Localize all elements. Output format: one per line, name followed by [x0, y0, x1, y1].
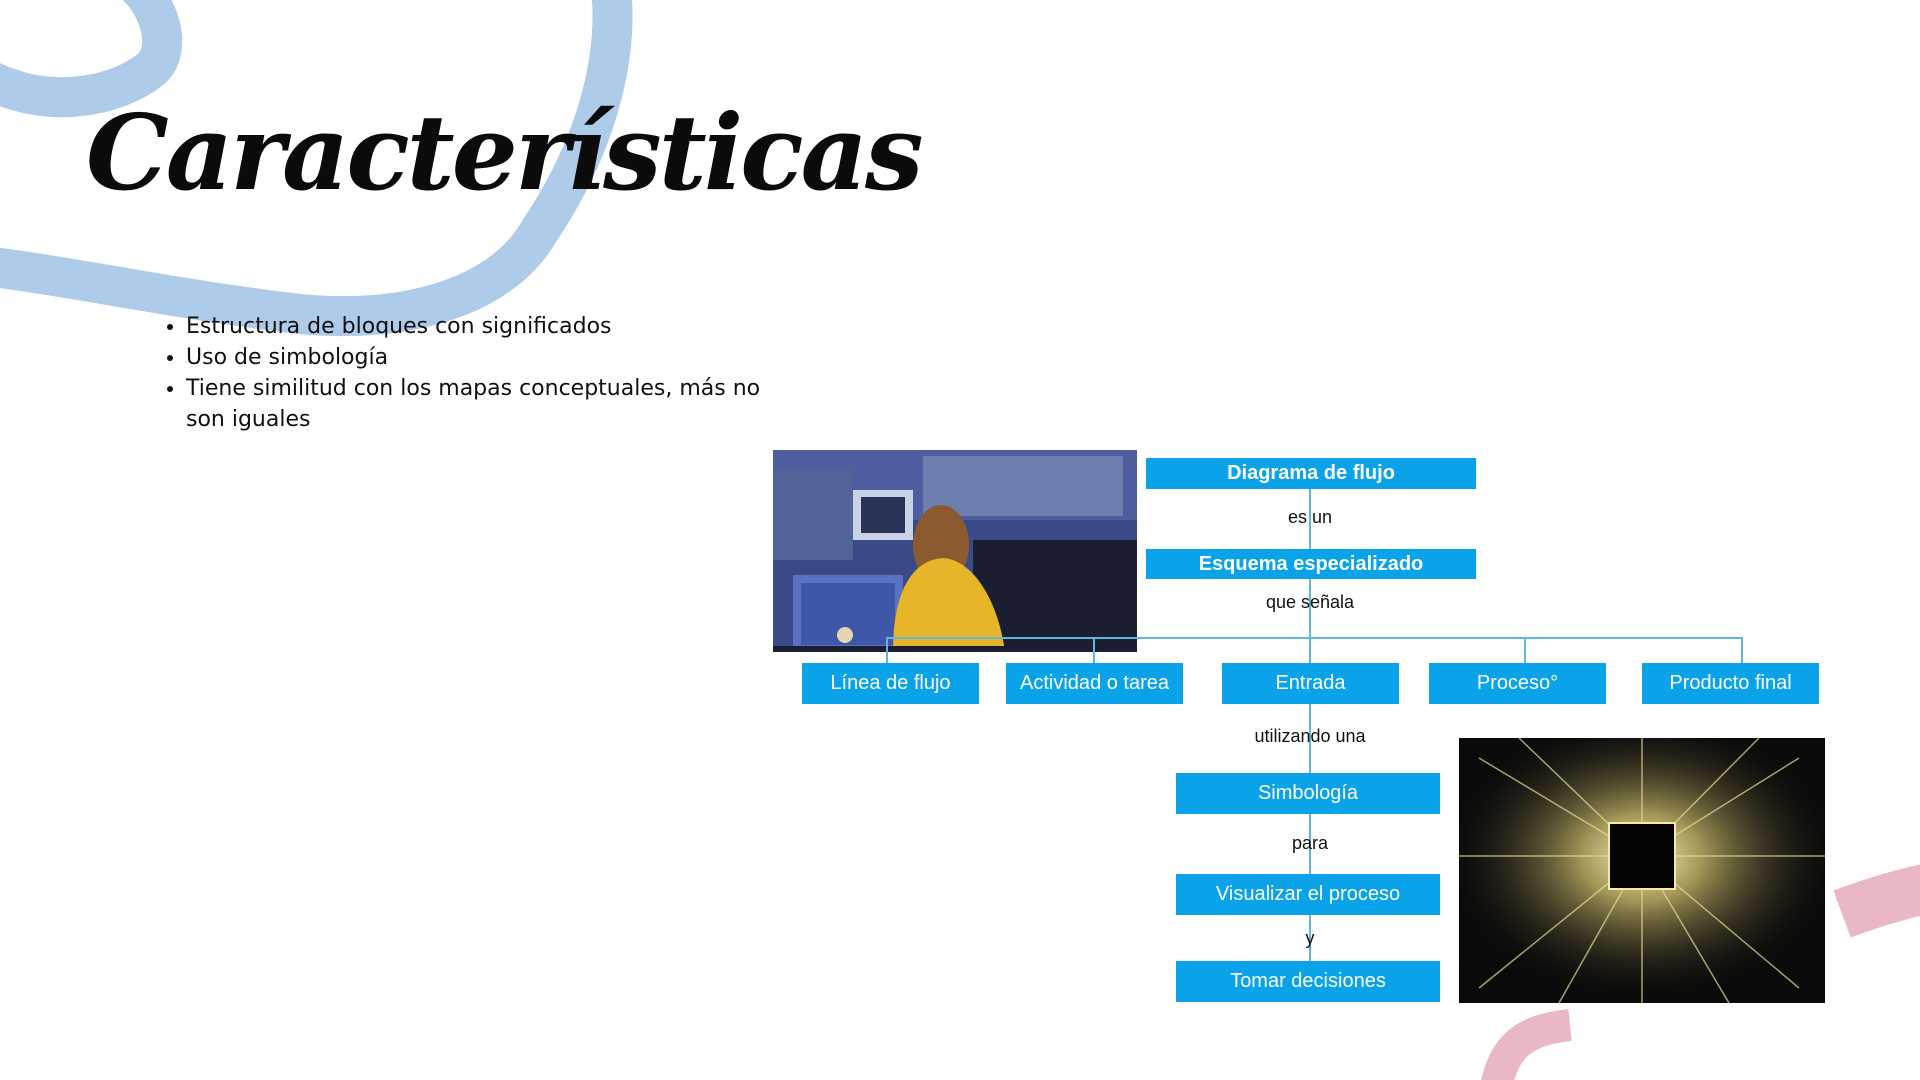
bullet-item: Tiene similitud con los mapas conceptual… — [186, 373, 786, 435]
branch-box-proceso: Proceso° — [1429, 663, 1606, 704]
flowchart-root-box: Diagrama de flujo — [1146, 458, 1476, 489]
connector-branch-5 — [1741, 637, 1743, 666]
link-label-es-un: es un — [1287, 507, 1333, 527]
branch-box-entrada: Entrada — [1222, 663, 1399, 704]
connector-branch-1 — [886, 637, 888, 666]
link-label-y: y — [1305, 928, 1315, 948]
branch-box-actividad: Actividad o tarea — [1006, 663, 1183, 704]
connector-horizontal — [886, 637, 1742, 639]
link-label-utilizando-una: utilizando una — [1254, 726, 1366, 746]
bullet-list: Estructura de bloques con significados U… — [153, 311, 786, 435]
microchip-photo — [1459, 738, 1825, 1003]
bullet-item: Estructura de bloques con significados — [186, 311, 786, 342]
flowchart-decisiones-box: Tomar decisiones — [1176, 961, 1440, 1002]
flowchart-schema-box: Esquema especializado — [1146, 549, 1476, 579]
pink-curve-bottom — [1481, 1009, 1572, 1080]
flowchart-visualizar-box: Visualizar el proceso — [1176, 874, 1440, 915]
connector-branch-2 — [1093, 637, 1095, 666]
office-photo — [773, 450, 1137, 652]
branch-box-producto-final: Producto final — [1642, 663, 1819, 704]
connector-branch-4 — [1524, 637, 1526, 666]
branch-box-linea-de-flujo: Línea de flujo — [802, 663, 979, 704]
link-label-que-senala: que señala — [1265, 592, 1355, 612]
slide-title: Características — [86, 91, 924, 214]
flowchart-simbologia-box: Simbología — [1176, 773, 1440, 814]
bullet-item: Uso de simbología — [186, 342, 786, 373]
link-label-para: para — [1291, 833, 1329, 853]
pink-curve-right — [1833, 864, 1920, 938]
